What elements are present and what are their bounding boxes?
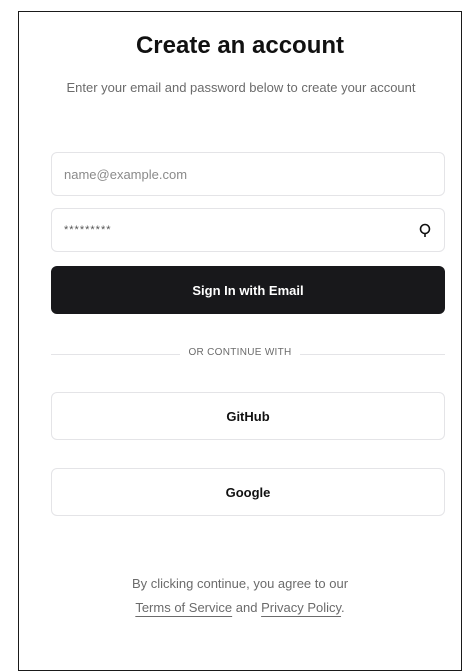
sign-in-email-button[interactable]: Sign In with Email (51, 266, 445, 314)
page-subtitle: Enter your email and password below to c… (66, 80, 416, 95)
email-field[interactable] (51, 152, 445, 196)
legal-notice: By clicking continue, you agree to our T… (19, 572, 461, 620)
divider-text: OR CONTINUE WITH (180, 347, 300, 358)
terms-of-service-link[interactable]: Terms of Service (135, 600, 232, 615)
eye-icon[interactable] (417, 222, 433, 238)
signup-card: Create an account Enter your email and p… (18, 11, 462, 671)
password-field[interactable] (51, 208, 445, 252)
privacy-policy-link[interactable]: Privacy Policy (261, 600, 341, 615)
google-button[interactable]: Google (51, 468, 445, 516)
legal-conjunction: and (235, 600, 258, 615)
password-field-wrapper (51, 208, 445, 252)
legal-suffix: . (341, 600, 345, 615)
legal-prefix: By clicking continue, you agree to our (131, 576, 349, 591)
page-title: Create an account (135, 32, 345, 59)
divider-label: OR CONTINUE WITH (19, 347, 461, 358)
github-button[interactable]: GitHub (51, 392, 445, 440)
